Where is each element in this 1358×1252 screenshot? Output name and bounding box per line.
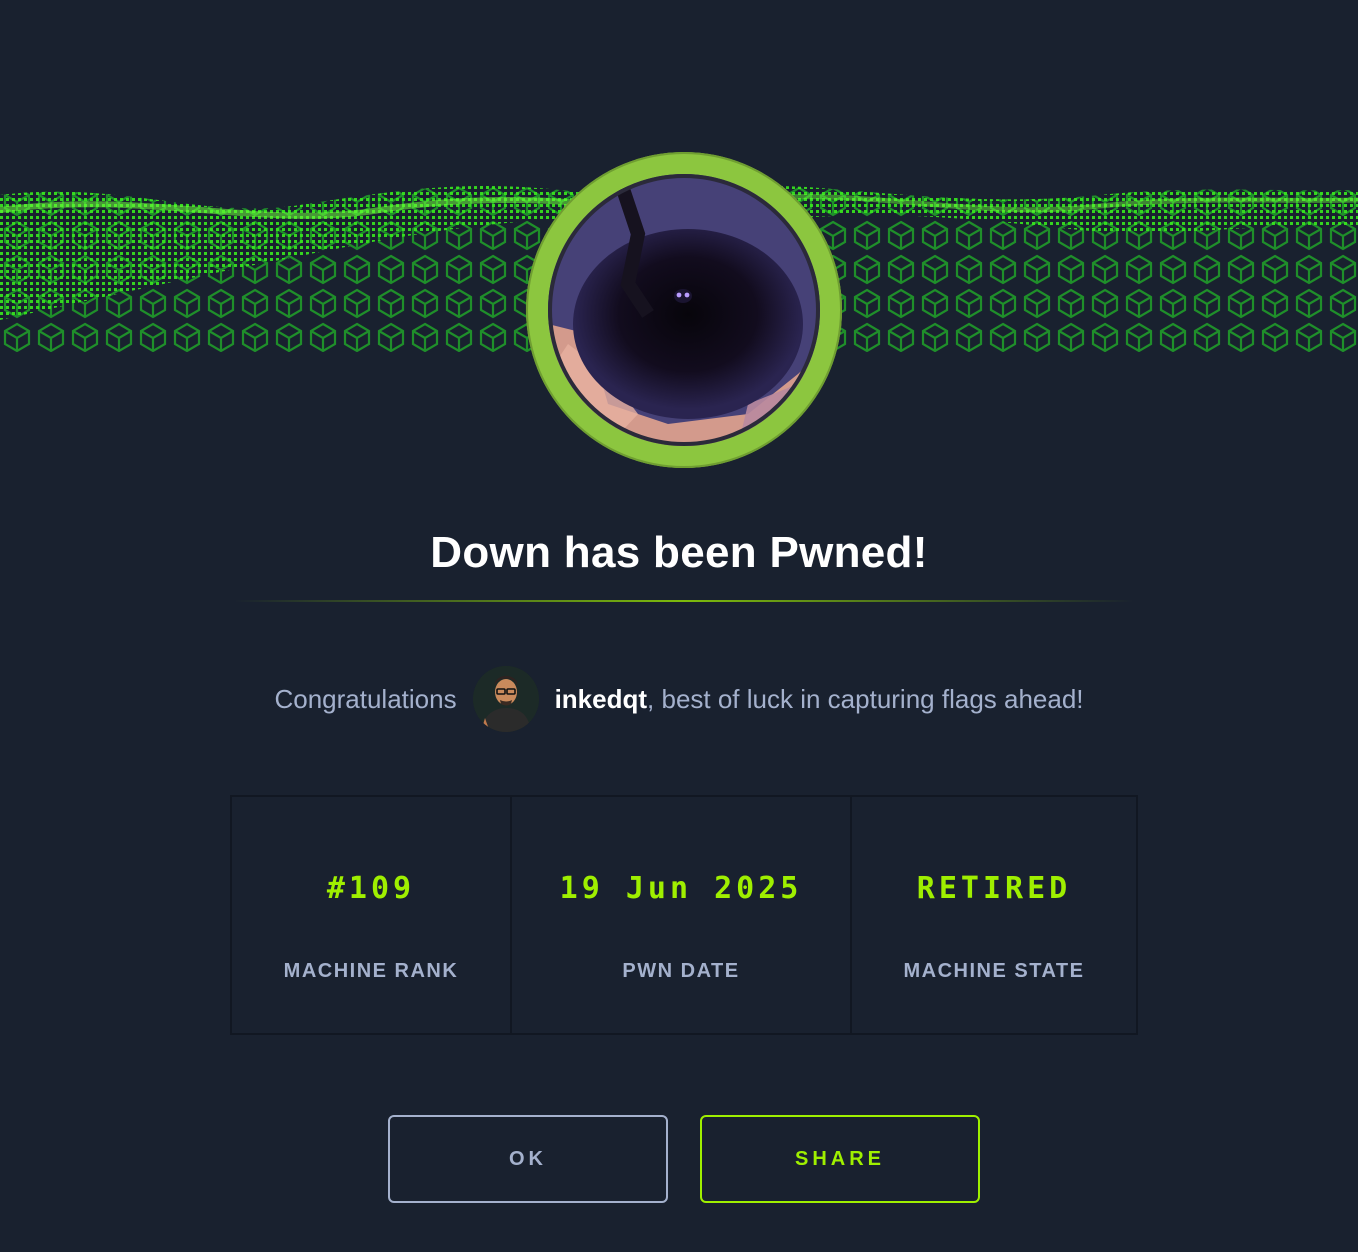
congratulations-message: Congratulations inkedqt , best of luck i…	[0, 666, 1358, 732]
pwn-date-label: PWN DATE	[622, 960, 740, 982]
username[interactable]: inkedqt	[555, 684, 647, 715]
congrats-prefix: Congratulations	[274, 683, 457, 714]
page-title: Down has been Pwned!	[430, 528, 928, 577]
stat-machine-rank: #109 MACHINE RANK	[232, 797, 512, 1033]
ok-button[interactable]: OK	[388, 1115, 668, 1203]
machine-rank-value: #109	[326, 871, 416, 906]
share-button[interactable]: SHARE	[700, 1115, 980, 1203]
pwn-date-value: 19 Jun 2025	[559, 871, 803, 906]
congrats-suffix: , best of luck in capturing flags ahead!	[647, 683, 1084, 714]
stat-pwn-date: 19 Jun 2025 PWN DATE	[512, 797, 852, 1033]
title-divider	[234, 600, 1134, 602]
machine-avatar	[526, 152, 842, 468]
stat-machine-state: RETIRED MACHINE STATE	[852, 797, 1136, 1033]
machine-state-label: MACHINE STATE	[903, 960, 1085, 982]
machine-rank-label: MACHINE RANK	[283, 960, 459, 982]
machine-state-value: RETIRED	[916, 871, 1072, 906]
machine-hole-image	[548, 174, 820, 446]
pwned-modal: Down has been Pwned! Congratulations ink…	[0, 0, 1358, 1252]
stats-grid: #109 MACHINE RANK 19 Jun 2025 PWN DATE R…	[230, 795, 1138, 1035]
user-avatar-image	[472, 666, 539, 732]
user-avatar	[472, 666, 539, 732]
